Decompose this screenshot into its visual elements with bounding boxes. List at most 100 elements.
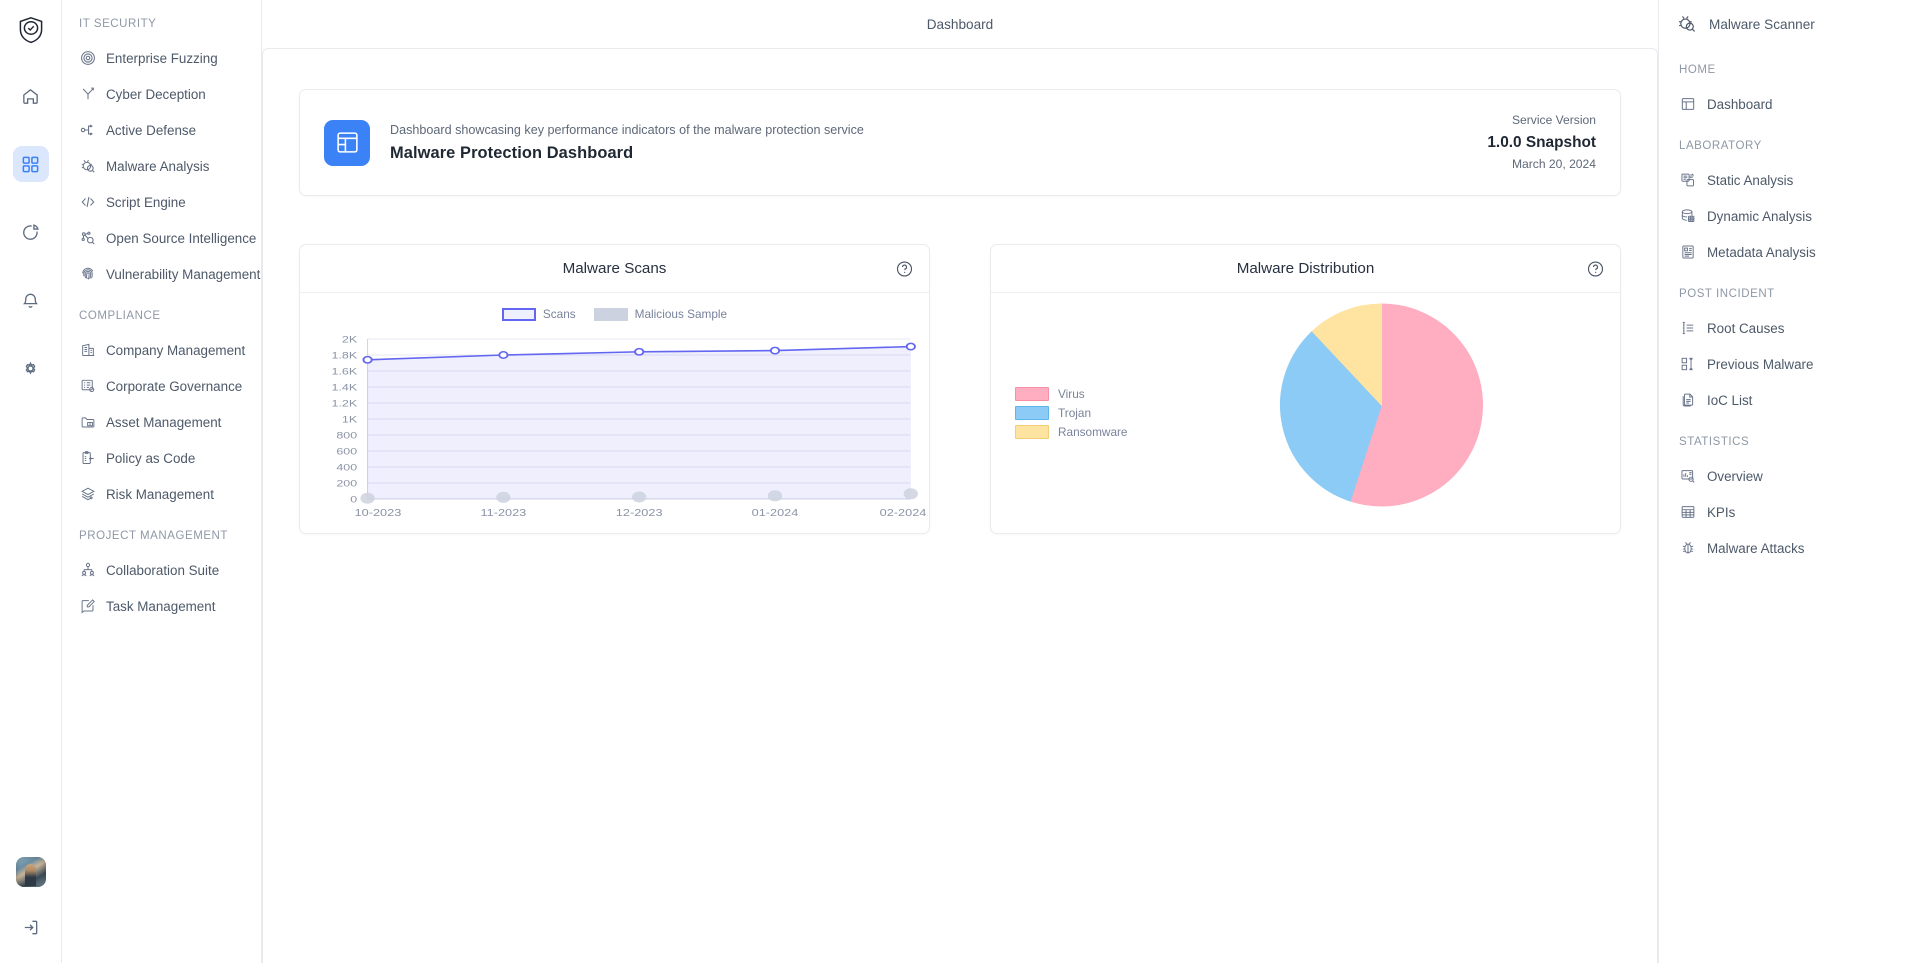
- rightnav-item-kpis[interactable]: KPIs: [1659, 494, 1920, 530]
- legend-item-virus[interactable]: Virus: [1015, 387, 1128, 401]
- rightnav-item-root-causes[interactable]: Root Causes: [1659, 310, 1920, 346]
- network-search-icon: [79, 230, 96, 247]
- y-axis-tick: 1K: [342, 415, 358, 425]
- legend-swatch-malicious: [594, 308, 628, 321]
- right-sidebar: Malware Scanner HOME Dashboard LABORATOR…: [1658, 0, 1920, 963]
- sidebar-item-task-management[interactable]: Task Management: [62, 588, 261, 624]
- malicious-sample-point[interactable]: [360, 493, 374, 504]
- sidebar-item-asset-management[interactable]: Asset Management: [62, 404, 261, 440]
- bug-search-icon: [79, 158, 96, 175]
- shield-check-icon[interactable]: [11, 10, 51, 50]
- malicious-sample-point[interactable]: [632, 492, 646, 503]
- rightnav-divider: [1659, 418, 1920, 432]
- rail-item-dashboard[interactable]: [13, 146, 49, 182]
- legend-swatch-virus: [1015, 387, 1049, 401]
- version-label: Service Version: [1487, 112, 1596, 130]
- y-axis-tick: 200: [336, 479, 357, 489]
- database-icon: [1679, 208, 1696, 225]
- rightnav-item-label: KPIs: [1707, 505, 1735, 520]
- scans-point[interactable]: [363, 357, 371, 363]
- rightnav-item-label: IoC List: [1707, 393, 1752, 408]
- rail-item-analytics[interactable]: [13, 214, 49, 250]
- sidebar-item-label: Collaboration Suite: [106, 563, 219, 578]
- help-circle-icon[interactable]: [1587, 260, 1604, 277]
- icon-rail: [0, 0, 62, 963]
- sidebar-item-label: Company Management: [106, 343, 245, 358]
- edit-note-icon: [79, 598, 96, 615]
- line-area: [368, 347, 911, 499]
- sidebar-item-open-source-intelligence[interactable]: Open Source Intelligence: [62, 220, 261, 256]
- rightnav-item-label: Malware Attacks: [1707, 541, 1805, 556]
- app-name: Malware Scanner: [1709, 17, 1815, 32]
- sidebar-item-enterprise-fuzzing[interactable]: Enterprise Fuzzing: [62, 40, 261, 76]
- sidebar-item-company-management[interactable]: Company Management: [62, 332, 261, 368]
- folder-archive-icon: [79, 414, 96, 431]
- bug-search-icon: [1677, 14, 1698, 35]
- rail-item-home[interactable]: [13, 78, 49, 114]
- code-icon: [79, 194, 96, 211]
- avatar[interactable]: [16, 857, 46, 887]
- sidebar-item-label: Enterprise Fuzzing: [106, 51, 218, 66]
- line-chart-svg: 02004006008001K1.2K1.4K1.6K1.8K2K10-2023…: [300, 329, 929, 533]
- legend-label: Virus: [1058, 387, 1085, 401]
- app-identity[interactable]: Malware Scanner: [1659, 0, 1920, 48]
- sidebar-item-script-engine[interactable]: Script Engine: [62, 184, 261, 220]
- card-header: Malware Scans: [300, 245, 929, 293]
- malicious-sample-point[interactable]: [768, 491, 782, 502]
- sidebar-item-corporate-governance[interactable]: Corporate Governance: [62, 368, 261, 404]
- sidebar-item-collaboration-suite[interactable]: Collaboration Suite: [62, 552, 261, 588]
- sidebar-item-label: Asset Management: [106, 415, 221, 430]
- sidebar-group-it-security: IT SECURITY Enterprise Fuzzing Cyber Dec…: [62, 14, 261, 292]
- rightnav-item-dashboard[interactable]: Dashboard: [1659, 86, 1920, 122]
- malicious-sample-point[interactable]: [904, 489, 918, 500]
- fingerprint-icon: [79, 266, 96, 283]
- sidebar-item-policy-as-code[interactable]: Policy as Code: [62, 440, 261, 476]
- sidebar-item-malware-analysis[interactable]: Malware Analysis: [62, 148, 261, 184]
- rightnav-item-overview[interactable]: Overview: [1659, 458, 1920, 494]
- clipboard-code-icon: [79, 450, 96, 467]
- sidebar-item-label: Risk Management: [106, 487, 214, 502]
- x-axis-tick: 02-2024: [880, 509, 927, 519]
- rail-item-notifications[interactable]: [13, 282, 49, 318]
- rightnav-group-title: STATISTICS: [1659, 432, 1920, 458]
- rightnav-item-label: Metadata Analysis: [1707, 245, 1816, 260]
- rightnav-item-label: Previous Malware: [1707, 357, 1813, 372]
- rightnav-group-home: HOME Dashboard: [1659, 60, 1920, 122]
- scans-point[interactable]: [907, 344, 915, 350]
- logout-icon[interactable]: [13, 909, 49, 945]
- help-circle-icon[interactable]: [896, 260, 913, 277]
- rightnav-item-ioc-list[interactable]: IoC List: [1659, 382, 1920, 418]
- malicious-sample-point[interactable]: [496, 492, 510, 503]
- rightnav-item-dynamic-analysis[interactable]: Dynamic Analysis: [1659, 198, 1920, 234]
- version-value: 1.0.0 Snapshot: [1487, 132, 1596, 154]
- file-list-icon: [1679, 244, 1696, 261]
- legend-item-ransomware[interactable]: Ransomware: [1015, 425, 1128, 439]
- right-nav-body: HOME Dashboard LABORATORY: [1659, 48, 1920, 566]
- scans-point[interactable]: [771, 348, 779, 354]
- y-axis-tick: 1.4K: [332, 383, 358, 393]
- legend-item-scans[interactable]: Scans: [502, 307, 576, 321]
- banner-text: Dashboard showcasing key performance ind…: [390, 123, 1487, 163]
- content-inner: Dashboard showcasing key performance ind…: [263, 49, 1657, 534]
- page-banner: Dashboard showcasing key performance ind…: [299, 89, 1621, 196]
- scans-point[interactable]: [635, 349, 643, 355]
- banner-subtitle: Dashboard showcasing key performance ind…: [390, 123, 1487, 137]
- legend-item-malicious-sample[interactable]: Malicious Sample: [594, 307, 727, 321]
- legend-item-trojan[interactable]: Trojan: [1015, 406, 1128, 420]
- scans-point[interactable]: [499, 352, 507, 358]
- rightnav-item-malware-attacks[interactable]: Malware Attacks: [1659, 530, 1920, 566]
- x-axis-tick: 11-2023: [480, 509, 526, 519]
- line-chart-legend: Scans Malicious Sample: [300, 307, 929, 321]
- sidebar-item-vulnerability-management[interactable]: Vulnerability Management: [62, 256, 261, 292]
- rightnav-item-previous-malware[interactable]: Previous Malware: [1659, 346, 1920, 382]
- sidebar-item-risk-management[interactable]: Risk Management: [62, 476, 261, 512]
- rightnav-item-static-analysis[interactable]: Static Analysis: [1659, 162, 1920, 198]
- rightnav-item-metadata-analysis[interactable]: Metadata Analysis: [1659, 234, 1920, 270]
- sidebar-item-cyber-deception[interactable]: Cyber Deception: [62, 76, 261, 112]
- rail-item-settings[interactable]: [13, 350, 49, 386]
- branch-icon: [79, 86, 96, 103]
- sidebar-item-active-defense[interactable]: Active Defense: [62, 112, 261, 148]
- cards-row: Malware Scans: [299, 244, 1621, 534]
- rightnav-item-label: Static Analysis: [1707, 173, 1793, 188]
- sidebar-divider: [62, 292, 261, 306]
